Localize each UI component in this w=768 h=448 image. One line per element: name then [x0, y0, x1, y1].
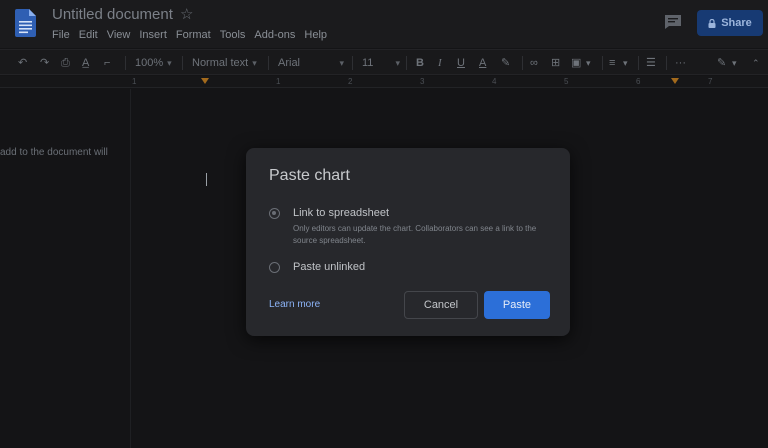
- line-spacing-icon[interactable]: ☰: [646, 55, 656, 71]
- menu-insert[interactable]: Insert: [139, 28, 167, 42]
- learn-more-link[interactable]: Learn more: [269, 299, 320, 310]
- image-icon[interactable]: ▣: [571, 55, 581, 71]
- toolbar-divider: [268, 56, 269, 70]
- menu-file[interactable]: File: [52, 28, 70, 42]
- link-to-spreadsheet-radio[interactable]: [269, 208, 280, 219]
- chevron-down-icon[interactable]: ▾: [732, 55, 737, 71]
- highlight-icon[interactable]: ✎: [501, 55, 510, 71]
- align-icon[interactable]: ≡: [609, 55, 615, 71]
- style-select[interactable]: Normal text: [192, 55, 257, 71]
- underline-icon[interactable]: U: [457, 55, 465, 71]
- font-select[interactable]: Arial ▾: [278, 55, 348, 71]
- page-edge: [130, 89, 131, 448]
- link-to-spreadsheet-description: Only editors can update the chart. Colla…: [293, 224, 537, 245]
- paste-chart-dialog: Paste chart Link to spreadsheet Only edi…: [246, 148, 570, 336]
- title-bar: Untitled document ☆ File Edit View Inser…: [0, 0, 768, 48]
- spellcheck-icon[interactable]: A̲: [82, 55, 89, 71]
- toolbar-divider: [522, 56, 523, 70]
- toolbar-divider: [352, 56, 353, 70]
- document-body-text[interactable]: add to the document will: [0, 147, 108, 158]
- paste-unlinked-radio[interactable]: [269, 262, 280, 273]
- italic-icon[interactable]: I: [438, 55, 442, 71]
- link-to-spreadsheet-label[interactable]: Link to spreadsheet: [293, 207, 389, 219]
- menu-tools[interactable]: Tools: [220, 28, 246, 42]
- document-title[interactable]: Untitled document: [52, 6, 173, 23]
- font-size-select[interactable]: 11 ▾: [362, 55, 402, 71]
- text-cursor: [206, 173, 207, 186]
- paste-unlinked-label[interactable]: Paste unlinked: [293, 261, 365, 273]
- undo-icon[interactable]: ↶: [18, 55, 27, 71]
- left-indent-marker[interactable]: [201, 78, 209, 84]
- toolbar-divider: [406, 56, 407, 70]
- right-indent-marker[interactable]: [671, 78, 679, 84]
- ruler-number: 6: [636, 77, 641, 86]
- chevron-down-icon[interactable]: ▾: [586, 55, 591, 71]
- editing-mode-icon[interactable]: ✎: [717, 55, 726, 71]
- chevron-down-icon[interactable]: ▾: [623, 55, 628, 71]
- toolbar-divider: [182, 56, 183, 70]
- toolbar: ↶ ↷ ⎙ A̲ ⌐ 100% Normal text Arial ▾ 11 ▾ B…: [0, 49, 768, 75]
- menu-view[interactable]: View: [107, 28, 131, 42]
- link-icon[interactable]: ∞: [530, 55, 538, 71]
- ruler-number: 5: [564, 77, 569, 86]
- more-icon[interactable]: ···: [675, 55, 686, 71]
- menu-edit[interactable]: Edit: [79, 28, 98, 42]
- text-color-icon[interactable]: A: [479, 55, 486, 71]
- ruler-number: 4: [492, 77, 497, 86]
- toolbar-divider: [602, 56, 603, 70]
- ruler-number: 2: [348, 77, 353, 86]
- collapse-toolbar-icon[interactable]: ⌃: [752, 55, 760, 71]
- font-select-value: Arial: [278, 57, 301, 69]
- zoom-select[interactable]: 100%: [135, 55, 172, 71]
- chevron-down-icon: ▾: [339, 58, 344, 68]
- ruler-number: 1: [132, 77, 137, 86]
- menu-format[interactable]: Format: [176, 28, 211, 42]
- share-label: Share: [721, 17, 752, 29]
- share-button[interactable]: Share: [697, 10, 763, 36]
- lock-icon: [708, 18, 716, 28]
- star-icon[interactable]: ☆: [180, 6, 193, 24]
- paste-button[interactable]: Paste: [484, 291, 550, 319]
- menu-help[interactable]: Help: [304, 28, 327, 42]
- print-icon[interactable]: ⎙: [61, 55, 70, 71]
- ruler-number: 7: [708, 77, 713, 86]
- menu-bar: File Edit View Insert Format Tools Add-o…: [52, 28, 336, 42]
- chevron-down-icon: ▾: [395, 58, 400, 68]
- toolbar-divider: [666, 56, 667, 70]
- add-comment-icon[interactable]: ⊞: [551, 55, 560, 71]
- toolbar-divider: [125, 56, 126, 70]
- bold-icon[interactable]: B: [416, 55, 424, 71]
- cancel-button[interactable]: Cancel: [404, 291, 478, 319]
- ruler-number: 3: [420, 77, 425, 86]
- toolbar-divider: [638, 56, 639, 70]
- dialog-title: Paste chart: [269, 167, 350, 184]
- redo-icon[interactable]: ↷: [40, 55, 49, 71]
- comment-icon[interactable]: [664, 14, 682, 30]
- font-size-value: 11: [362, 57, 374, 69]
- ruler-number: 1: [276, 77, 281, 86]
- menu-addons[interactable]: Add-ons: [254, 28, 295, 42]
- ruler: 1 1 2 3 4 5 6 7: [0, 76, 768, 88]
- paint-format-icon[interactable]: ⌐: [104, 55, 110, 71]
- docs-logo-icon[interactable]: [15, 9, 36, 37]
